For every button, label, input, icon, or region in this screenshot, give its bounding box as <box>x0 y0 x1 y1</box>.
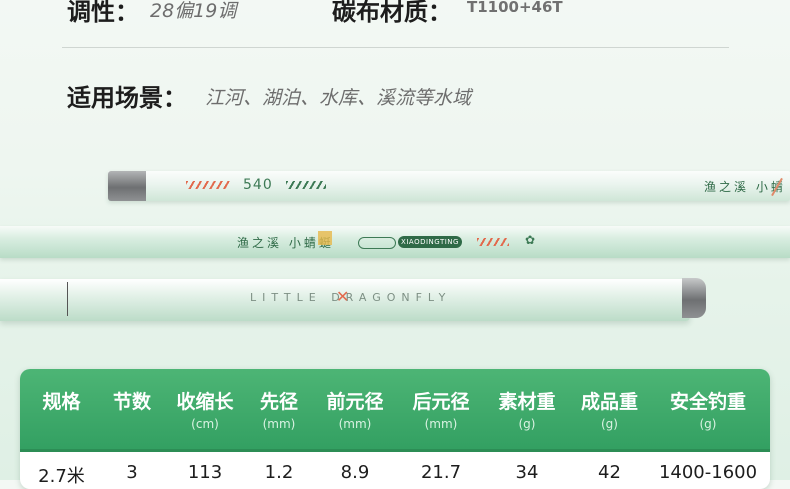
table-header-cell: 前元径 <box>326 391 384 413</box>
rod-segment-1: 540 渔之溪 小蜻 <box>108 171 790 201</box>
table-header-cell: 素材重 <box>498 391 556 413</box>
table-header-cell: 安全钓重 <box>669 391 746 413</box>
rod-badge-small <box>358 237 396 249</box>
scene-value: 江河、湖泊、水库、溪流等水域 <box>205 87 472 109</box>
scene-label: 适用场景： <box>67 84 187 112</box>
rod-segment-3: LITTLE DRAGONFLY ✕ <box>0 279 690 321</box>
table-unit: (mm) <box>338 417 372 431</box>
table-unit: (mm) <box>424 417 458 431</box>
dragonfly-icon: ✕ <box>336 287 350 306</box>
divider <box>62 47 729 48</box>
tuning-value: 28偏19调 <box>150 0 237 22</box>
table-header-cell: 收缩长 <box>176 391 234 413</box>
rod-badge-name: XIAODINGTING <box>398 236 462 248</box>
decorative-stripes <box>477 238 509 246</box>
spec-table: 规格 2.7米 节数 3 收缩长 (cm) 113 先径 (mm) 1.2 前元… <box>20 369 770 489</box>
decorative-stripes <box>286 181 326 189</box>
material-label: 碳布材质： <box>332 0 452 26</box>
tuning-label: 调性： <box>67 0 139 26</box>
rod-butt-cap <box>682 278 706 318</box>
table-unit: (g) <box>601 417 618 431</box>
rod-tick-mark <box>67 282 68 316</box>
decorative-stripes <box>186 181 230 189</box>
rod-segment-2: 渔之溪 小蜻蜓 XIAODINGTING ✿ <box>0 226 790 258</box>
table-value-cell: 2.7米 <box>38 466 85 487</box>
brand-logo-icon: ✿ <box>525 233 536 247</box>
table-header-cell: 成品重 <box>580 391 638 413</box>
table-header-cell: 节数 <box>112 391 151 413</box>
rod-brand-text: LITTLE DRAGONFLY <box>250 291 452 304</box>
rod-length-mark: 540 <box>243 177 273 193</box>
table-unit: (mm) <box>262 417 296 431</box>
spec-row-top: 调性： 28偏19调 碳布材质： T1100+46T <box>0 0 790 32</box>
table-unit: (g) <box>518 417 536 431</box>
table-header-cell: 规格 <box>42 391 81 413</box>
table-unit: (cm) <box>191 417 219 431</box>
material-value: T1100+46T <box>467 0 563 16</box>
decorative-accent <box>318 231 332 245</box>
rod-end-cap <box>108 171 146 201</box>
table-header-cell: 先径 <box>259 391 298 413</box>
table-header-cell: 后元径 <box>412 391 470 413</box>
table-unit: (g) <box>699 417 717 431</box>
